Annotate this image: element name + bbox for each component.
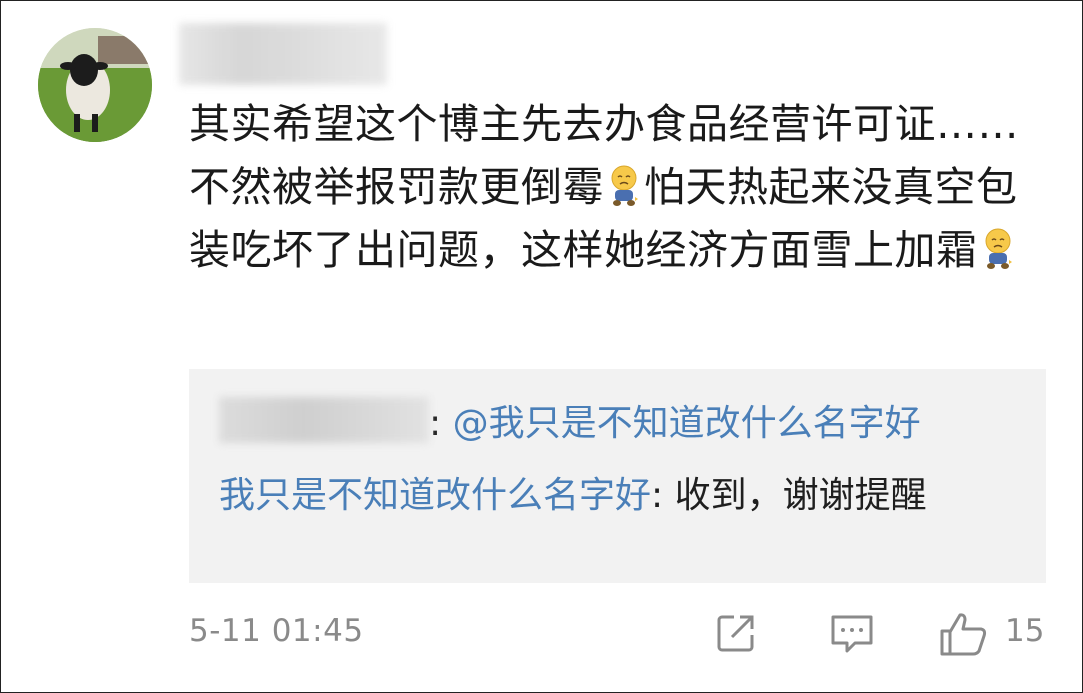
reply-box[interactable]: : @我只是不知道改什么名字好 我只是不知道改什么名字好: 收到，谢谢提醒 [189,369,1046,583]
reply-author-blurred[interactable] [219,397,429,443]
reply-author-link[interactable]: 我只是不知道改什么名字好 [219,475,651,516]
thumbs-up-icon[interactable] [939,611,989,661]
reply-mention-link[interactable]: @我只是不知道改什么名字好 [453,403,921,444]
reply-item: 我只是不知道改什么名字好: 收到，谢谢提醒 [219,467,1026,525]
username-blurred[interactable] [179,23,387,85]
reply-separator: : [429,403,453,444]
like-count: 15 [1005,613,1045,649]
comment-icon[interactable] [829,611,875,661]
reply-item: : @我只是不知道改什么名字好 [219,395,1026,453]
reply-text: : 收到，谢谢提醒 [651,475,927,516]
comment-body: 其实希望这个博主先去办食品经营许可证……不然被举报罚款更倒霉 怕天热起来没真空包… [189,93,1029,282]
comment-card: 其实希望这个博主先去办食品经营许可证……不然被举报罚款更倒霉 怕天热起来没真空包… [0,0,1083,693]
comment-timestamp: 5-11 01:45 [189,613,364,649]
share-icon[interactable] [714,611,758,659]
sad-baby-emoji-icon [606,162,642,206]
sad-baby-emoji-icon [980,225,1016,269]
avatar[interactable] [38,28,152,142]
